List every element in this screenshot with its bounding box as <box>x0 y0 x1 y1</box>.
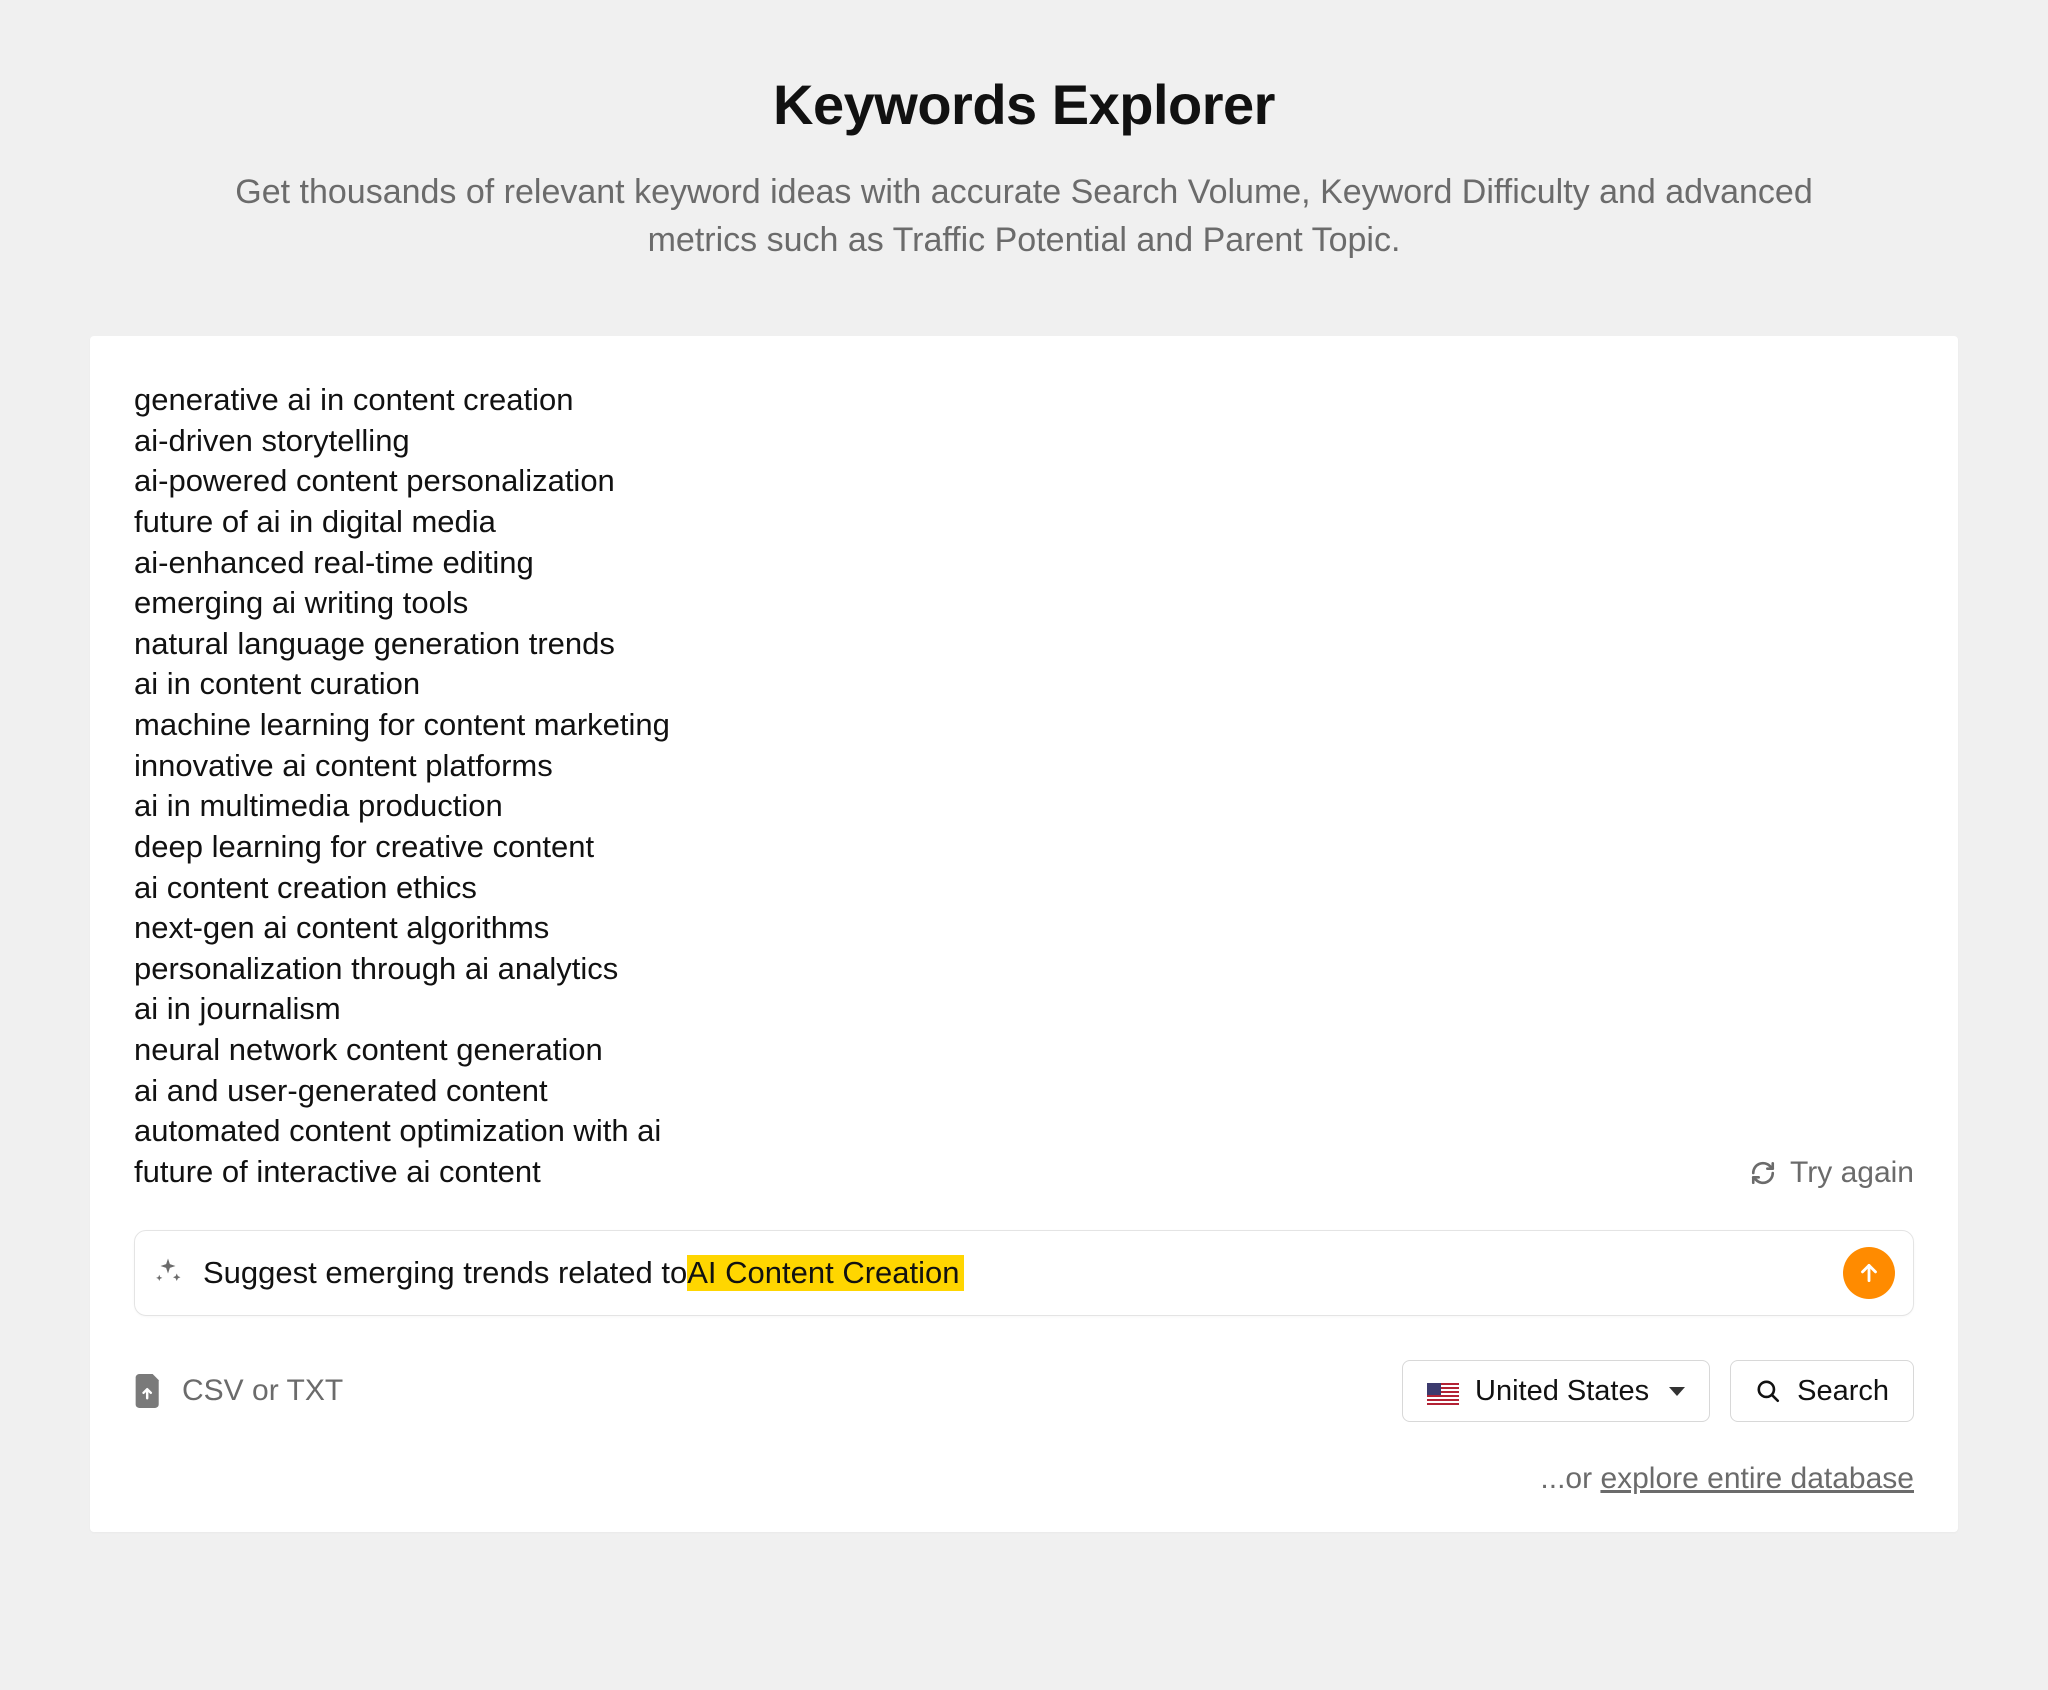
keyword-item: next-gen ai content algorithms <box>134 908 1914 949</box>
caret-down-icon <box>1669 1387 1685 1396</box>
explore-database-link[interactable]: explore entire database <box>1600 1462 1914 1495</box>
submit-suggest-button[interactable] <box>1843 1247 1895 1299</box>
page-title: Keywords Explorer <box>90 72 1958 137</box>
explore-prefix: ...or <box>1540 1462 1600 1495</box>
suggest-input-bar[interactable]: Suggest emerging trends related to AI Co… <box>134 1230 1914 1316</box>
keyword-item: generative ai in content creation <box>134 380 1914 421</box>
keyword-item: neural network content generation <box>134 1030 1914 1071</box>
keyword-item: deep learning for creative content <box>134 827 1914 868</box>
file-upload-icon <box>134 1374 164 1408</box>
arrow-up-icon <box>1856 1260 1882 1286</box>
keyword-item: emerging ai writing tools <box>134 583 1914 624</box>
keyword-item: natural language generation trends <box>134 624 1914 665</box>
us-flag-icon <box>1427 1380 1459 1402</box>
keyword-item: ai-powered content personalization <box>134 461 1914 502</box>
country-select[interactable]: United States <box>1402 1360 1710 1422</box>
keyword-item: ai content creation ethics <box>134 868 1914 909</box>
upload-file-button[interactable]: CSV or TXT <box>134 1374 343 1408</box>
keyword-item: future of ai in digital media <box>134 502 1914 543</box>
keyword-item: ai in journalism <box>134 989 1914 1030</box>
keyword-item: innovative ai content platforms <box>134 746 1914 787</box>
explore-row: ...or explore entire database <box>134 1462 1914 1496</box>
keyword-item: personalization through ai analytics <box>134 949 1914 990</box>
country-name: United States <box>1475 1375 1649 1408</box>
keyword-item: ai in content curation <box>134 664 1914 705</box>
bottom-controls: CSV or TXT United States <box>134 1360 1914 1422</box>
page-subtitle: Get thousands of relevant keyword ideas … <box>184 169 1864 264</box>
main-card: generative ai in content creationai-driv… <box>90 336 1958 1532</box>
sparkle-icon <box>153 1256 183 1291</box>
suggest-prefix: Suggest emerging trends related to <box>203 1255 687 1291</box>
search-icon <box>1755 1378 1781 1404</box>
search-label: Search <box>1797 1375 1889 1408</box>
try-again-label: Try again <box>1790 1156 1914 1190</box>
refresh-icon <box>1750 1160 1776 1186</box>
keyword-item: machine learning for content marketing <box>134 705 1914 746</box>
keyword-item: ai-enhanced real-time editing <box>134 543 1914 584</box>
suggest-text: Suggest emerging trends related to AI Co… <box>203 1255 1823 1291</box>
page-root: Keywords Explorer Get thousands of relev… <box>0 0 2048 1532</box>
upload-label: CSV or TXT <box>182 1374 343 1408</box>
suggest-highlight: AI Content Creation <box>687 1255 963 1291</box>
keyword-list: generative ai in content creationai-driv… <box>134 380 1914 1192</box>
search-button[interactable]: Search <box>1730 1360 1914 1422</box>
keyword-item: ai-driven storytelling <box>134 421 1914 462</box>
keyword-item: ai and user-generated content <box>134 1071 1914 1112</box>
try-again-button[interactable]: Try again <box>1750 1156 1914 1190</box>
page-header: Keywords Explorer Get thousands of relev… <box>90 72 1958 264</box>
keyword-item: automated content optimization with ai <box>134 1111 1914 1152</box>
keyword-item: ai in multimedia production <box>134 786 1914 827</box>
